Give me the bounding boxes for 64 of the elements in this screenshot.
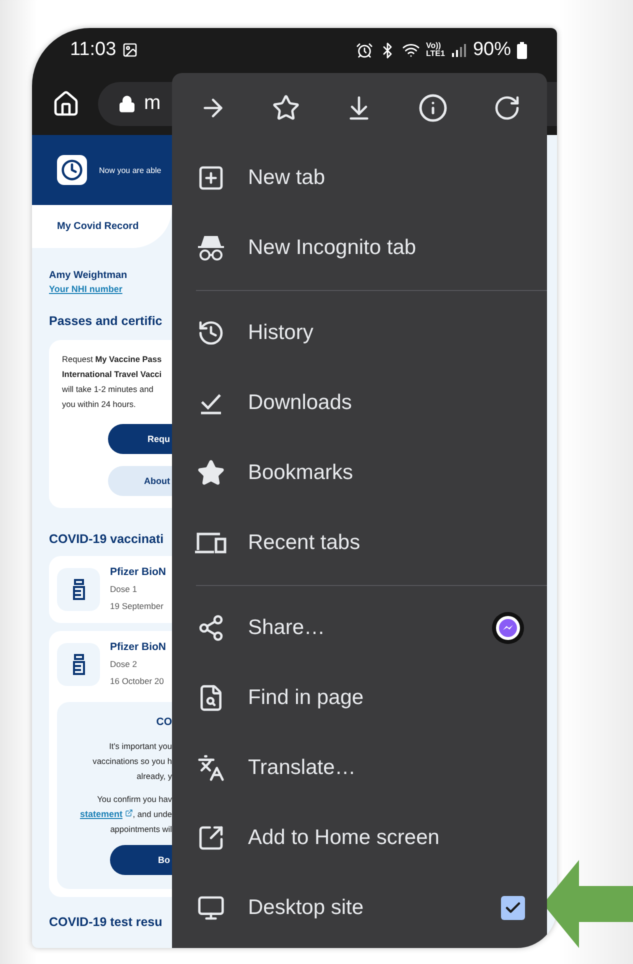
alarm-icon: [356, 42, 373, 58]
menu-item[interactable]: Desktop site: [248, 896, 481, 920]
network-label: LTE1: [426, 50, 445, 58]
vaccine-name: Pfizer BioN: [110, 565, 166, 580]
section-heading: Passes and certific: [49, 314, 164, 328]
external-link-icon: [124, 809, 133, 817]
checkbox[interactable]: [501, 896, 525, 920]
menu-item[interactable]: Recent tabs: [248, 531, 525, 555]
statement-link[interactable]: statement: [80, 809, 122, 819]
battery-icon: [517, 42, 527, 58]
menu-item[interactable]: Bookmarks: [248, 461, 525, 485]
vial-icon: [57, 568, 100, 611]
battery-percent: 90%: [472, 39, 511, 61]
booking-heading: CO: [156, 715, 172, 730]
url-text: m: [144, 92, 161, 115]
messenger-icon[interactable]: [491, 611, 525, 645]
about-button[interactable]: About: [108, 466, 172, 496]
booking-text: It's important you vaccinations so you h already, y: [92, 740, 172, 783]
dose-date: 16 October 20: [110, 675, 165, 688]
monitor-icon: [197, 894, 225, 922]
vial-icon: [57, 643, 100, 686]
booking-text: You confirm you hav statement , and unde appointments wil: [80, 793, 172, 836]
menu-item[interactable]: Share…: [248, 616, 471, 640]
section-heading: COVID-19 test resu: [49, 915, 164, 929]
signal-icon: [450, 43, 467, 57]
page-tab[interactable]: My Covid Record: [32, 205, 172, 248]
add-home-icon: [197, 824, 225, 852]
section-heading: COVID-19 vaccinati: [49, 532, 165, 546]
menu-item[interactable]: History: [248, 321, 525, 345]
volte-label: Vo)): [426, 42, 442, 50]
vaccine-name: Pfizer BioN: [110, 640, 166, 655]
info-icon[interactable]: [418, 93, 448, 123]
home-icon[interactable]: [52, 90, 80, 118]
menu-item[interactable]: Find in page: [248, 686, 525, 710]
lock-icon: [118, 94, 136, 112]
vaccination-card[interactable]: Pfizer BioN Dose 2 16 October 20 CO It's important you vaccinations so you h already, y You confirm you hav statement , and unde appointments wil Bo: [49, 631, 172, 897]
status-time: 11:03: [70, 39, 116, 61]
star-icon[interactable]: [272, 94, 300, 122]
book-button[interactable]: Bo: [110, 845, 172, 875]
history-icon: [197, 319, 225, 347]
menu-item[interactable]: New tab: [248, 166, 525, 190]
menu-item[interactable]: Add to Home screen: [248, 826, 525, 850]
wifi-icon: [402, 41, 420, 59]
translate-icon: [197, 754, 225, 782]
menu-item[interactable]: New Incognito tab: [248, 236, 525, 260]
clock-icon: [57, 155, 87, 185]
star-icon: [197, 459, 225, 487]
refresh-icon[interactable]: [492, 94, 520, 122]
passes-text: Request My Vaccine Pass International Travel Vacci will take 1-2 minutes and you within 24 hours.: [62, 353, 163, 411]
dose-label: Dose 2: [110, 658, 138, 671]
request-button[interactable]: Requ: [108, 424, 172, 454]
dose-label: Dose 1: [110, 583, 138, 596]
vaccination-card[interactable]: Pfizer BioN Dose 1 19 September: [49, 556, 172, 623]
dose-date: 19 September: [110, 600, 164, 613]
nhi-link[interactable]: Your NHI number: [49, 284, 172, 294]
devices-icon: [194, 530, 228, 556]
share-icon: [197, 614, 225, 642]
user-name: Amy Weightman: [49, 270, 128, 281]
banner-text: Now you are able: [99, 166, 162, 174]
menu-item[interactable]: Translate…: [248, 756, 525, 780]
incognito-icon: [196, 233, 226, 263]
menu-item[interactable]: Downloads: [248, 391, 525, 415]
new-tab-icon: [197, 164, 225, 192]
image-icon: [122, 42, 138, 58]
